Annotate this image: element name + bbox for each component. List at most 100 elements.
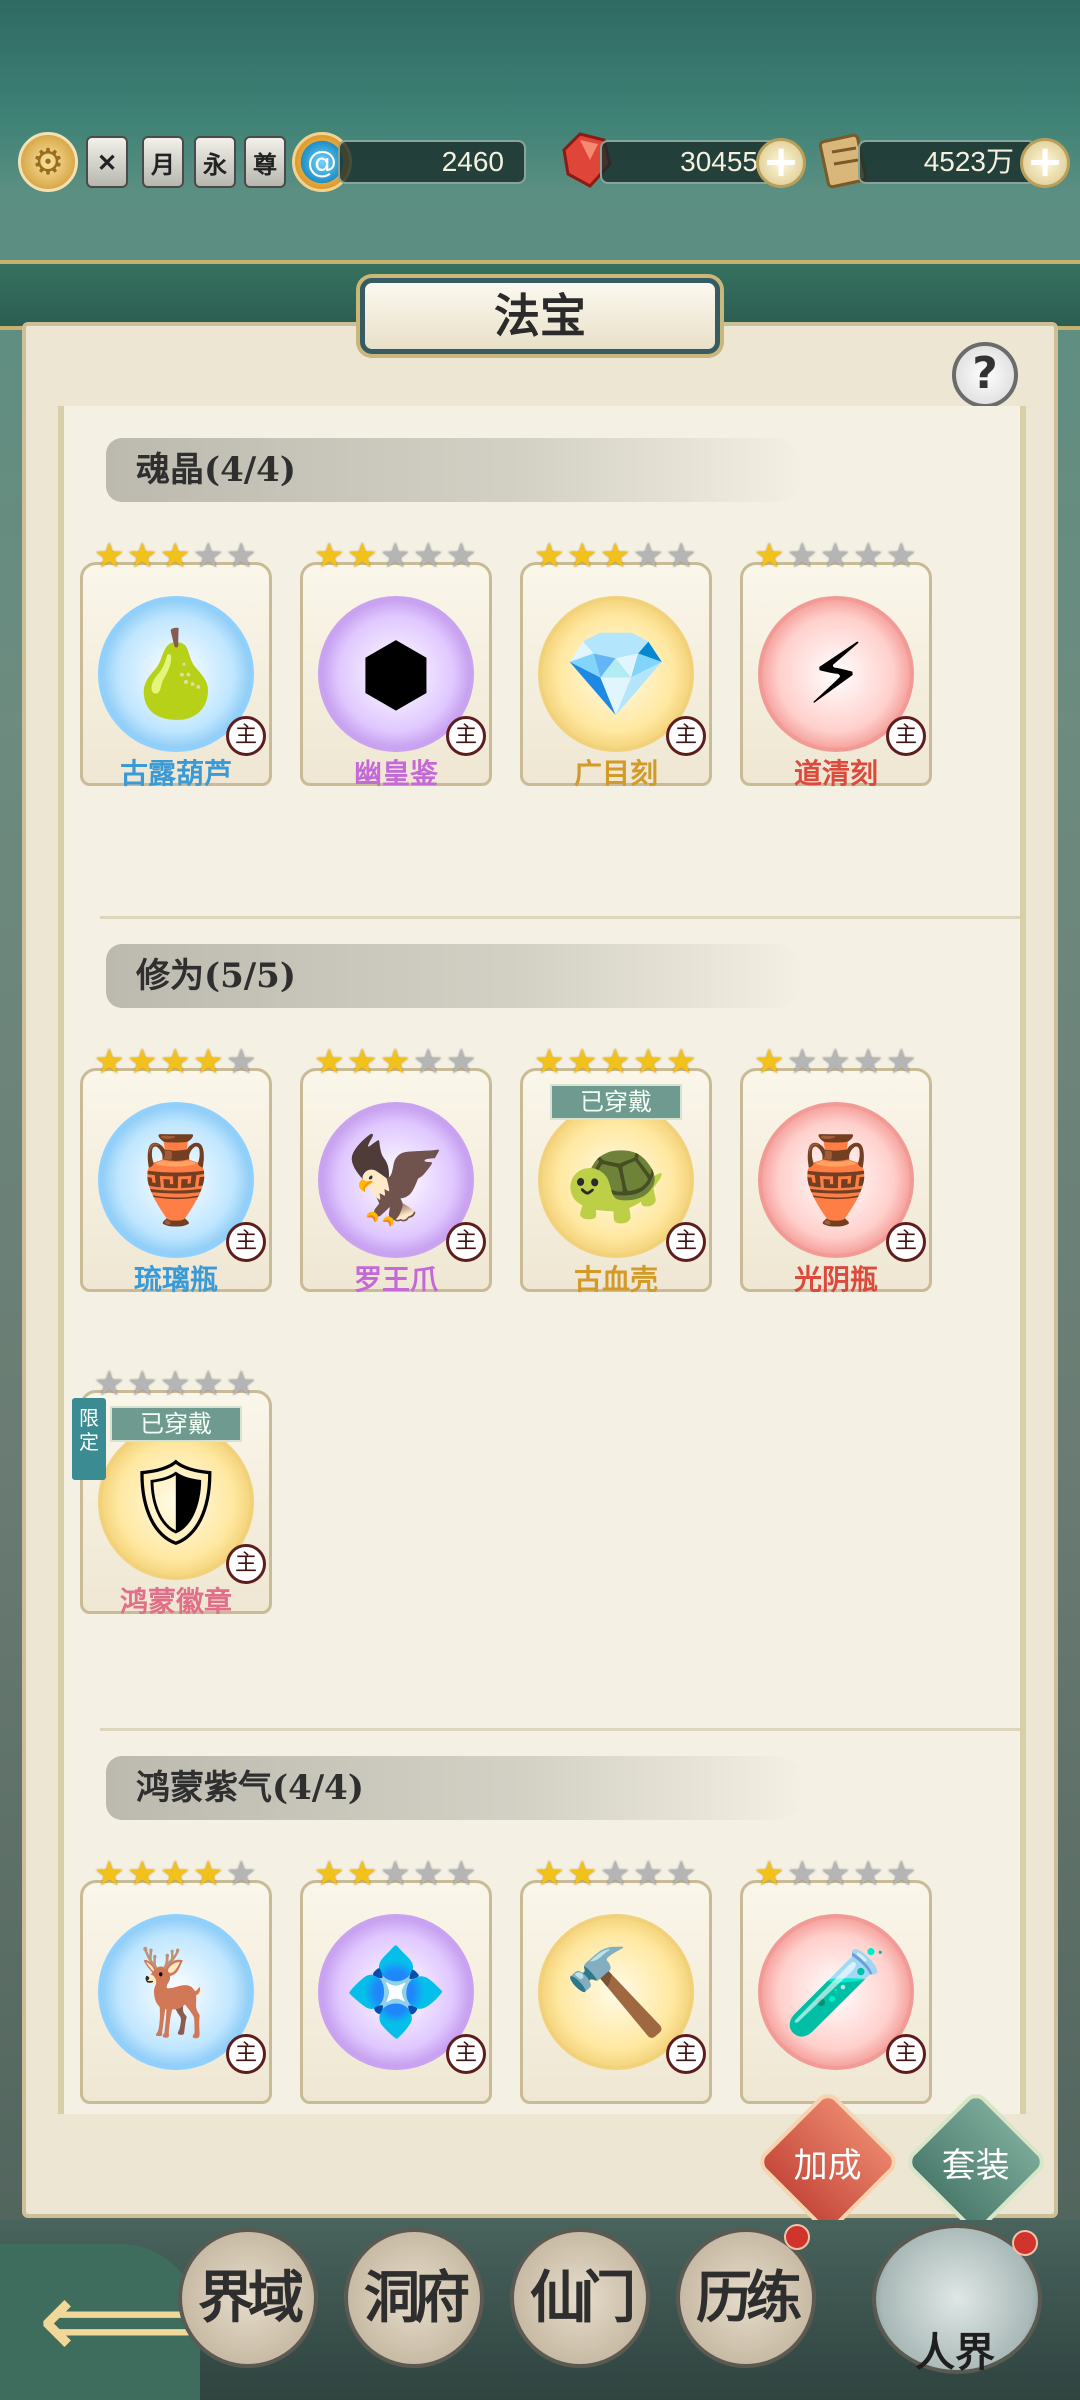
star-icon: ★ (347, 1854, 378, 1894)
back-button[interactable]: ⟸ (0, 2244, 200, 2400)
star-icon: ★ (886, 536, 917, 576)
treasure-card[interactable]: ★★★★★ 🧪 主 (740, 1854, 932, 2104)
page-title: 法宝 (360, 278, 720, 354)
star-icon: ★ (314, 1042, 345, 1082)
main-slot-tag: 主 (226, 1222, 266, 1262)
star-icon: ★ (160, 536, 191, 576)
star-icon: ★ (160, 1854, 191, 1894)
badge-month[interactable]: 月 (142, 136, 184, 188)
star-rating: ★★★★★ (754, 1854, 924, 1894)
section-title: 鸿蒙紫气(4/4) (106, 1756, 806, 1820)
treasure-name: 琉璃瓶 (133, 1263, 218, 1296)
star-icon: ★ (314, 536, 345, 576)
star-icon: ★ (666, 536, 697, 576)
star-icon: ★ (160, 1364, 191, 1404)
star-icon: ★ (666, 1854, 697, 1894)
star-icon: ★ (754, 1854, 785, 1894)
notification-dot (784, 2224, 810, 2250)
treasure-name: 古血壳 (573, 1263, 658, 1296)
star-icon: ★ (853, 536, 884, 576)
section-title: 修为(5/5) (106, 944, 806, 1008)
main-slot-tag: 主 (226, 2034, 266, 2074)
star-icon: ★ (193, 1854, 224, 1894)
bonus-button-label: 加成 (794, 2145, 862, 2186)
nav-sect[interactable]: 仙门 (510, 2228, 650, 2368)
star-icon: ★ (127, 1854, 158, 1894)
badge-honor[interactable]: 尊 (244, 136, 286, 188)
nav-realm[interactable]: 界域 (178, 2228, 318, 2368)
star-icon: ★ (193, 1042, 224, 1082)
treasure-icon: 🍐 (123, 624, 229, 723)
star-rating: ★★★★★ (534, 536, 704, 576)
star-icon: ★ (787, 536, 818, 576)
star-icon: ★ (787, 1042, 818, 1082)
treasure-name: 古露葫芦 (119, 757, 232, 790)
treasure-card[interactable]: ★★★★★ ⬢ 主幽皇鉴 (300, 536, 492, 790)
main-slot-tag: 主 (886, 716, 926, 756)
star-icon: ★ (380, 1042, 411, 1082)
section-divider (100, 916, 1020, 919)
star-icon: ★ (226, 1042, 257, 1082)
equipped-badge: 已穿戴 (550, 1084, 682, 1120)
treasure-icon: ⚡ (806, 625, 866, 723)
star-icon: ★ (94, 536, 125, 576)
treasure-card[interactable]: ★★★★★ 🐢 主古血壳 已穿戴 (520, 1042, 712, 1296)
treasure-list[interactable]: 魂晶(4/4) ★★★★★ 🍐 主古露葫芦 ★★★★★ ⬢ 主幽皇鉴 ★★★★★ 💎 主广目刻 ★★… (58, 406, 1026, 2114)
treasure-card[interactable]: ★★★★★ 🦅 主罗王爪 (300, 1042, 492, 1296)
star-icon: ★ (820, 1854, 851, 1894)
main-slot-tag: 主 (226, 716, 266, 756)
treasure-icon: ⬢ (359, 625, 433, 723)
treasure-icon: 🐢 (563, 1130, 669, 1229)
treasure-card[interactable]: ★★★★★ 🔨 主 (520, 1854, 712, 2104)
star-rating: ★★★★★ (94, 1042, 264, 1082)
set-button-label: 套装 (942, 2145, 1010, 2186)
world-label: 人界 (915, 2329, 995, 2376)
nav-cave[interactable]: 洞府 (344, 2228, 484, 2368)
main-slot-tag: 主 (446, 716, 486, 756)
world-notification-dot (1012, 2230, 1038, 2256)
star-icon: ★ (754, 536, 785, 576)
star-icon: ★ (600, 1042, 631, 1082)
settings-gear-icon[interactable]: ⚙ (18, 132, 78, 192)
treasure-name: 广目刻 (573, 757, 658, 790)
treasure-card[interactable]: ★★★★★ 🛡 主鸿蒙徽章 已穿戴 限定 (72, 1364, 272, 1618)
star-rating: ★★★★★ (314, 1042, 484, 1082)
treasure-card[interactable]: ★★★★★ 💎 主广目刻 (520, 536, 712, 790)
treasure-card[interactable]: ★★★★★ 🏺 主琉璃瓶 (80, 1042, 272, 1296)
star-icon: ★ (633, 1042, 664, 1082)
treasure-icon: 💎 (563, 624, 669, 723)
star-icon: ★ (413, 536, 444, 576)
treasure-card[interactable]: ★★★★★ 🦌 主 (80, 1854, 272, 2104)
star-icon: ★ (820, 536, 851, 576)
star-icon: ★ (226, 1364, 257, 1404)
main-slot-tag: 主 (666, 2034, 706, 2074)
star-icon: ★ (127, 536, 158, 576)
treasure-card[interactable]: ★★★★★ 🍐 主古露葫芦 (80, 536, 272, 790)
limited-badge: 限定 (72, 1398, 106, 1480)
treasure-icon: 💠 (343, 1942, 449, 2041)
treasure-card[interactable]: ★★★★★ ⚡ 主道清刻 (740, 536, 932, 790)
treasure-name: 鸿蒙徽章 (119, 1585, 232, 1618)
treasure-icon: 🏺 (783, 1130, 889, 1229)
add-currency-3-button[interactable]: + (1020, 138, 1070, 188)
help-button[interactable]: ? (952, 342, 1018, 408)
star-icon: ★ (754, 1042, 785, 1082)
add-currency-2-button[interactable]: + (756, 138, 806, 188)
equipped-badge: 已穿戴 (110, 1406, 242, 1442)
badge-eternal[interactable]: 永 (194, 136, 236, 188)
treasure-card[interactable]: ★★★★★ 💠 主 (300, 1854, 492, 2104)
star-rating: ★★★★★ (94, 1364, 264, 1404)
sword-badge-icon[interactable]: ✕ (86, 136, 128, 188)
currency-1-value: 2460 (338, 140, 526, 184)
star-rating: ★★★★★ (754, 536, 924, 576)
treasure-name: 道清刻 (793, 757, 878, 790)
star-icon: ★ (193, 1364, 224, 1404)
star-icon: ★ (127, 1042, 158, 1082)
treasure-icon: 🦅 (343, 1130, 449, 1229)
main-slot-tag: 主 (226, 1544, 266, 1584)
star-icon: ★ (193, 536, 224, 576)
star-icon: ★ (853, 1854, 884, 1894)
star-icon: ★ (534, 536, 565, 576)
star-icon: ★ (446, 536, 477, 576)
treasure-card[interactable]: ★★★★★ 🏺 主光阴瓶 (740, 1042, 932, 1296)
